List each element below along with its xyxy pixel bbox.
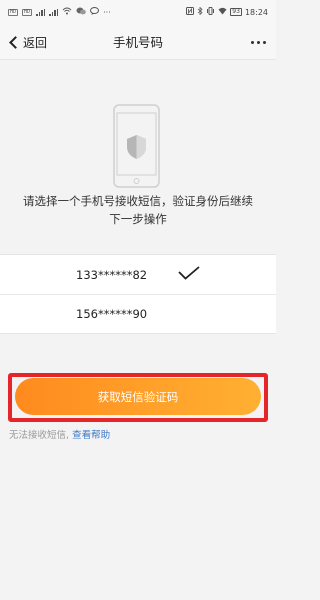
help-text: 无法接收短信, 查看帮助 xyxy=(9,427,110,441)
phone-number: 156******90 xyxy=(76,307,148,321)
wechat-icon xyxy=(76,7,86,17)
vibrate-icon xyxy=(206,7,215,17)
get-sms-code-button[interactable]: 获取短信验证码 xyxy=(15,378,261,415)
back-label: 返回 xyxy=(23,35,48,50)
help-message: 无法接收短信, xyxy=(9,430,70,441)
wifi-icon xyxy=(62,7,72,17)
chevron-left-icon xyxy=(9,35,22,49)
hd-badge-2: HD xyxy=(22,8,33,16)
hd-badge-1: HD xyxy=(8,8,19,16)
clock: 18:24 xyxy=(244,7,268,17)
phone-option-1[interactable]: 133******82 xyxy=(0,255,276,294)
status-right: 93 18:24 xyxy=(186,6,268,17)
more-button[interactable] xyxy=(251,24,266,60)
instruction-text: 请选择一个手机号接收短信，验证身份后继续下一步操作 xyxy=(23,194,253,226)
back-button[interactable]: 返回 xyxy=(8,24,47,60)
phone-number-list: 133******82 156******90 xyxy=(0,254,276,334)
phone-shield-illustration xyxy=(113,104,160,188)
wifi-strength-icon xyxy=(218,7,227,17)
bluetooth-icon xyxy=(197,6,203,17)
chat-icon xyxy=(90,7,100,17)
phone-option-2[interactable]: 156******90 xyxy=(0,294,276,333)
status-bar: HD HD ··· 93 18:24 xyxy=(0,0,276,24)
nfc-icon xyxy=(186,7,195,17)
signal-icon xyxy=(36,8,46,16)
help-link[interactable]: 查看帮助 xyxy=(72,430,110,441)
signal-2-icon xyxy=(49,8,59,16)
nav-bar: 返回 手机号码 xyxy=(0,24,276,60)
status-left: HD HD ··· xyxy=(8,7,111,17)
phone-number: 133******82 xyxy=(76,267,148,282)
checkmark-icon xyxy=(178,266,200,280)
dots-icon: ··· xyxy=(103,7,111,17)
more-dot-icon xyxy=(263,40,266,44)
more-dot-icon xyxy=(251,40,254,44)
battery-icon: 93 xyxy=(230,8,242,16)
more-dot-icon xyxy=(257,40,260,44)
